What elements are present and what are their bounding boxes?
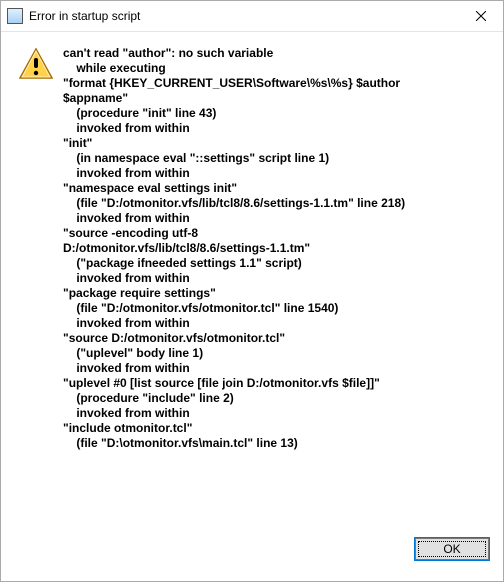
icon-column [19, 46, 63, 524]
error-message: can't read "author": no such variable wh… [63, 46, 493, 524]
app-icon [7, 8, 23, 24]
ok-button[interactable]: OK [415, 538, 489, 560]
titlebar: Error in startup script [1, 1, 503, 32]
button-row: OK [1, 532, 503, 572]
warning-icon [19, 48, 53, 80]
close-icon [476, 11, 486, 21]
window-title: Error in startup script [29, 9, 458, 23]
dialog-content: can't read "author": no such variable wh… [1, 32, 503, 532]
close-button[interactable] [458, 1, 503, 31]
